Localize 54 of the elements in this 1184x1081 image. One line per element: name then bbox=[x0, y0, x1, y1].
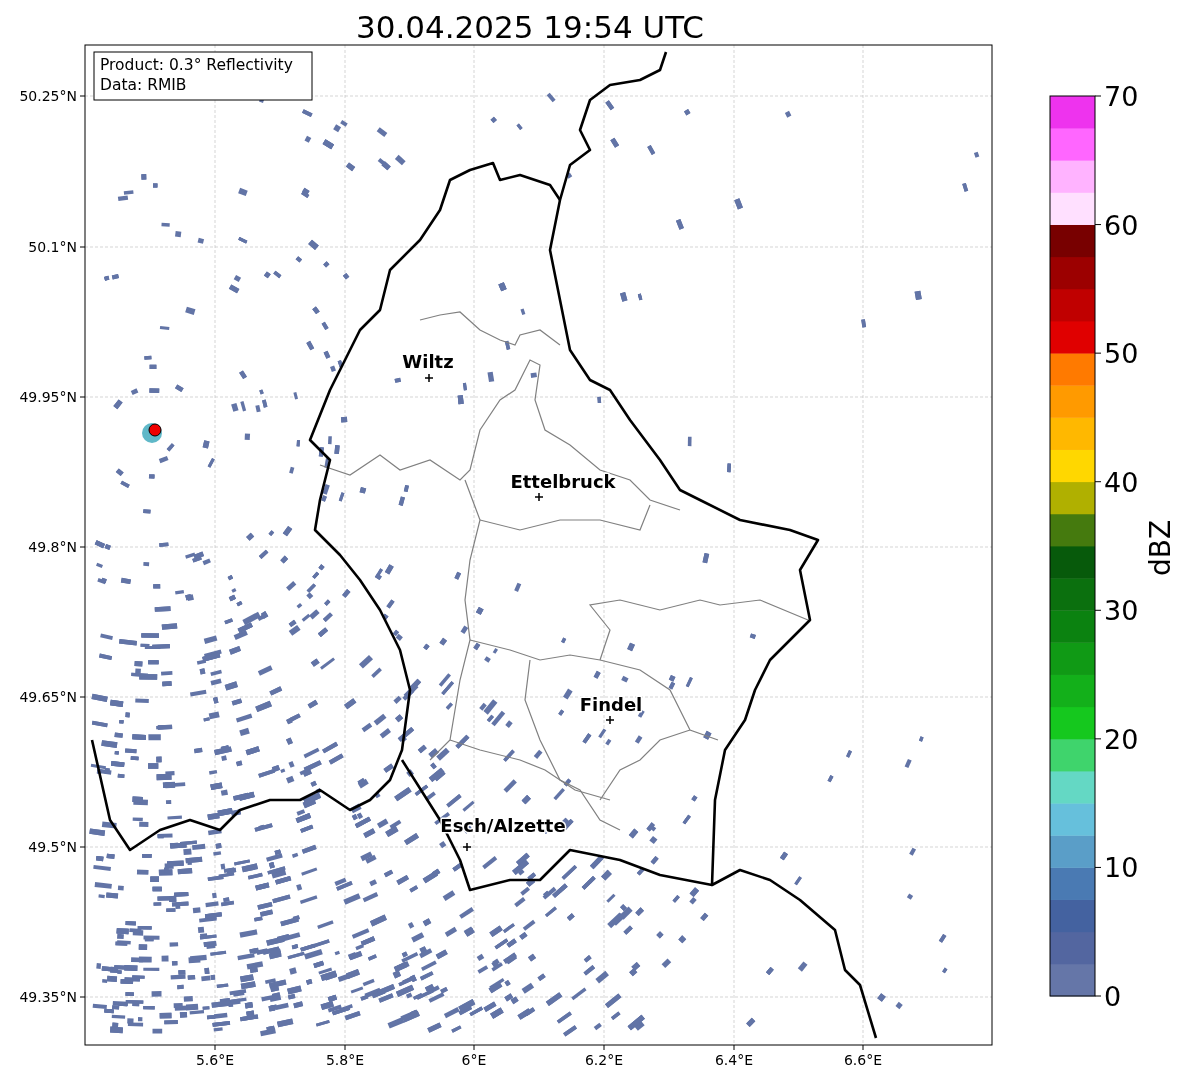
tick-mark bbox=[79, 95, 86, 97]
tick-mark bbox=[603, 1044, 605, 1051]
city-label: Wiltz bbox=[402, 351, 454, 372]
axis-tick-label: 50.1°N bbox=[28, 239, 77, 255]
colorbar-tick-label: 0 bbox=[1104, 981, 1122, 1012]
chart-title: 30.04.2025 19:54 UTC bbox=[356, 9, 704, 45]
axis-tick-label: 5.6°E bbox=[195, 1052, 235, 1068]
city-label: Findel bbox=[579, 694, 643, 715]
colorbar-tick-label: 50 bbox=[1104, 338, 1139, 370]
info-text: Data: RMIB bbox=[100, 76, 187, 94]
info-text: Product: 0.3° Reflectivity bbox=[100, 56, 293, 74]
axis-tick-label: 6.6°E bbox=[843, 1052, 883, 1068]
axis-tick-label: 6°E bbox=[461, 1052, 487, 1068]
tick-mark bbox=[1094, 352, 1102, 354]
axis-tick-label: 49.5°N bbox=[28, 839, 77, 855]
city-marker-icon bbox=[534, 492, 544, 502]
colorbar-tick-label: 70 bbox=[1104, 81, 1139, 112]
axis-tick-label: 49.95°N bbox=[19, 389, 77, 405]
tick-mark bbox=[862, 1044, 864, 1051]
tick-mark bbox=[79, 846, 86, 848]
city-marker-icon bbox=[462, 842, 472, 852]
tick-mark bbox=[1094, 224, 1102, 226]
axis-tick-label: 6.4°E bbox=[714, 1052, 754, 1068]
axis-tick-label: 50.25°N bbox=[19, 88, 77, 104]
colorbar-tick-label: 30 bbox=[1104, 595, 1139, 627]
axis-tick-label: 6.2°E bbox=[584, 1052, 624, 1068]
colorbar-label: dBZ bbox=[1144, 519, 1177, 577]
tick-mark bbox=[79, 696, 86, 698]
tick-mark bbox=[79, 996, 86, 998]
tick-mark bbox=[79, 546, 86, 548]
tick-mark bbox=[1094, 609, 1102, 611]
tick-mark bbox=[1094, 995, 1102, 997]
tick-mark bbox=[473, 1044, 475, 1051]
colorbar-tick-label: 60 bbox=[1104, 209, 1139, 241]
tick-mark bbox=[1094, 95, 1102, 97]
tick-mark bbox=[733, 1044, 735, 1051]
tick-mark bbox=[1094, 866, 1102, 868]
radar-site-icon bbox=[142, 423, 162, 443]
colorbar-tick-label: 40 bbox=[1104, 466, 1139, 498]
colorbar-tick-label: 20 bbox=[1104, 723, 1139, 755]
axis-tick-label: 49.65°N bbox=[19, 689, 77, 705]
tick-mark bbox=[214, 1044, 216, 1051]
city-marker-icon bbox=[605, 715, 615, 725]
axis-tick-label: 49.8°N bbox=[28, 539, 77, 555]
tick-mark bbox=[1094, 738, 1102, 740]
tick-mark bbox=[1094, 481, 1102, 483]
tick-mark bbox=[79, 246, 86, 248]
axis-tick-label: 5.8°E bbox=[325, 1052, 365, 1068]
axis-tick-label: 49.35°N bbox=[19, 989, 77, 1005]
city-label: Ettelbruck bbox=[510, 471, 616, 492]
colorbar-tick-label: 10 bbox=[1104, 852, 1139, 884]
tick-mark bbox=[79, 396, 86, 398]
city-marker-icon bbox=[424, 373, 434, 383]
tick-mark bbox=[344, 1044, 346, 1051]
